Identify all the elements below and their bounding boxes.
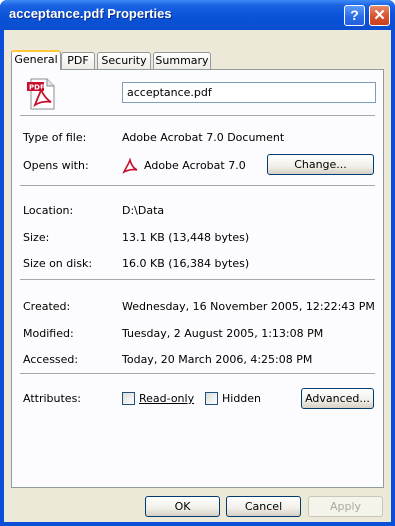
attributes-label: Attributes: [23, 392, 82, 405]
read-only-label[interactable]: Read-only [139, 392, 194, 405]
acrobat-icon [122, 157, 138, 174]
apply-button: Apply [308, 496, 383, 517]
modified-label: Modified: [23, 327, 74, 340]
location-value: D:\Data [122, 204, 165, 217]
hidden-checkbox[interactable] [205, 392, 218, 405]
size-on-disk-label: Size on disk: [23, 257, 93, 270]
cancel-button[interactable]: Cancel [226, 496, 301, 517]
separator [20, 185, 375, 186]
change-button[interactable]: Change... [267, 154, 374, 175]
separator [20, 373, 375, 374]
size-value: 13.1 KB (13,448 bytes) [122, 231, 250, 244]
modified-value: Tuesday, 2 August 2005, 1:13:08 PM [122, 327, 324, 340]
title-bar[interactable]: acceptance.pdf Properties ? ✕ [0, 0, 395, 30]
read-only-checkbox[interactable] [122, 392, 135, 405]
created-label: Created: [23, 300, 71, 313]
pdf-file-icon: PDF [26, 78, 58, 110]
location-label: Location: [23, 204, 74, 217]
tab-general[interactable]: General [11, 50, 61, 70]
help-button[interactable]: ? [344, 5, 365, 26]
size-label: Size: [23, 231, 50, 244]
type-of-file-value: Adobe Acrobat 7.0 Document [122, 131, 285, 144]
dialog-client-area: General PDF Security Summary PDF accepta… [4, 30, 391, 522]
ok-button[interactable]: OK [145, 496, 220, 517]
size-on-disk-value: 16.0 KB (16,384 bytes) [122, 257, 250, 270]
accessed-label: Accessed: [23, 353, 79, 366]
advanced-button[interactable]: Advanced... [301, 388, 374, 409]
close-button[interactable]: ✕ [369, 5, 390, 26]
opens-with-label: Opens with: [23, 159, 89, 172]
hidden-label[interactable]: Hidden [222, 392, 261, 405]
general-tab-panel: PDF acceptance.pdf Type of file: Adobe A… [11, 69, 384, 488]
accessed-value: Today, 20 March 2006, 4:25:08 PM [122, 353, 313, 366]
separator [20, 115, 375, 116]
tab-summary[interactable]: Summary [153, 52, 211, 69]
window-title: acceptance.pdf Properties [9, 6, 172, 21]
created-value: Wednesday, 16 November 2005, 12:22:43 PM [122, 300, 375, 313]
properties-window: acceptance.pdf Properties ? ✕ General PD… [0, 0, 395, 526]
opens-with-value: Adobe Acrobat 7.0 [144, 159, 246, 172]
svg-text:PDF: PDF [29, 84, 45, 92]
separator [20, 279, 375, 280]
type-of-file-label: Type of file: [23, 131, 87, 144]
tab-security[interactable]: Security [97, 52, 151, 69]
file-name-input[interactable]: acceptance.pdf [122, 82, 376, 103]
tab-pdf[interactable]: PDF [61, 52, 95, 69]
